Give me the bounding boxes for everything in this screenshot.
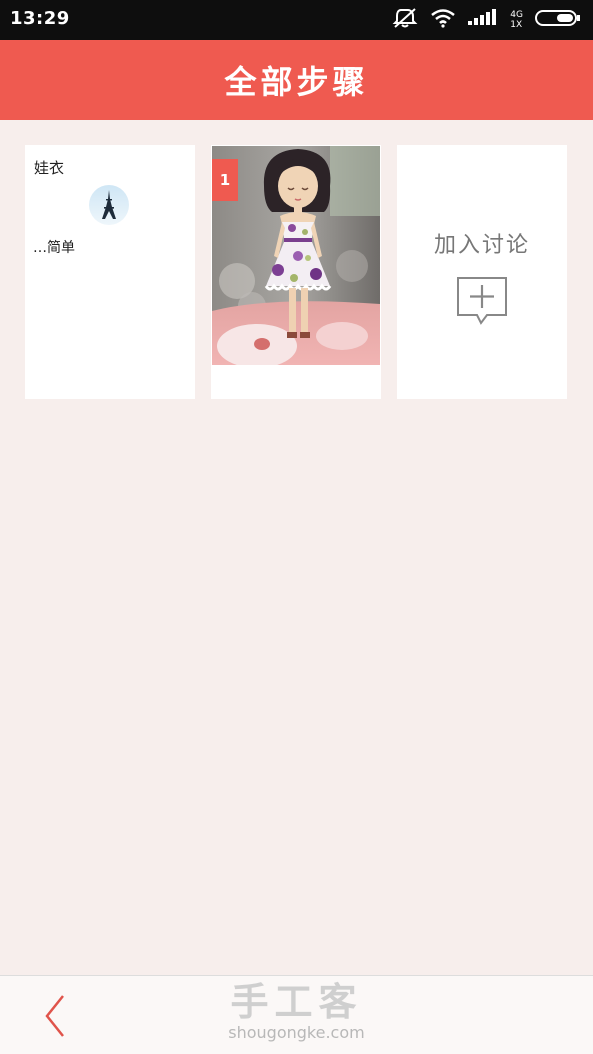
logo-url: shougongke.com <box>228 1023 365 1042</box>
page-title: 全部步骤 <box>224 63 369 101</box>
network-type: 4G 1X <box>510 10 523 30</box>
project-author-card[interactable]: 娃衣 …简单 <box>25 145 195 399</box>
step-number-badge: 1 <box>212 159 238 201</box>
wifi-icon <box>430 8 456 32</box>
add-comment-icon[interactable] <box>455 275 509 327</box>
battery-icon <box>535 8 581 32</box>
join-discussion-label: 加入讨论 <box>433 233 530 258</box>
back-button[interactable] <box>38 992 72 1040</box>
bottom-bar: 手工客 shougongke.com <box>0 975 593 1054</box>
logo-text: 手工客 <box>230 980 363 1024</box>
header-bar: 全部步骤 <box>0 40 593 120</box>
status-time: 13:29 <box>10 8 70 29</box>
author-name[interactable]: …简单 <box>33 237 75 257</box>
join-discussion-card[interactable]: 加入讨论 <box>397 145 567 399</box>
status-bar: 13:29 4G 1X <box>0 0 593 40</box>
network-type-bottom: 1X <box>510 20 523 30</box>
network-type-top: 4G <box>510 10 523 20</box>
status-icons: 4G 1X <box>392 6 581 34</box>
brand-logo: 手工客 shougongke.com <box>200 980 393 1042</box>
chevron-left-icon <box>45 995 64 1037</box>
signal-icon <box>468 8 498 32</box>
project-title: 娃衣 <box>34 159 65 177</box>
step-card[interactable]: 1 <box>211 145 381 399</box>
mute-vibrate-icon <box>392 7 418 33</box>
avatar[interactable] <box>89 185 129 225</box>
